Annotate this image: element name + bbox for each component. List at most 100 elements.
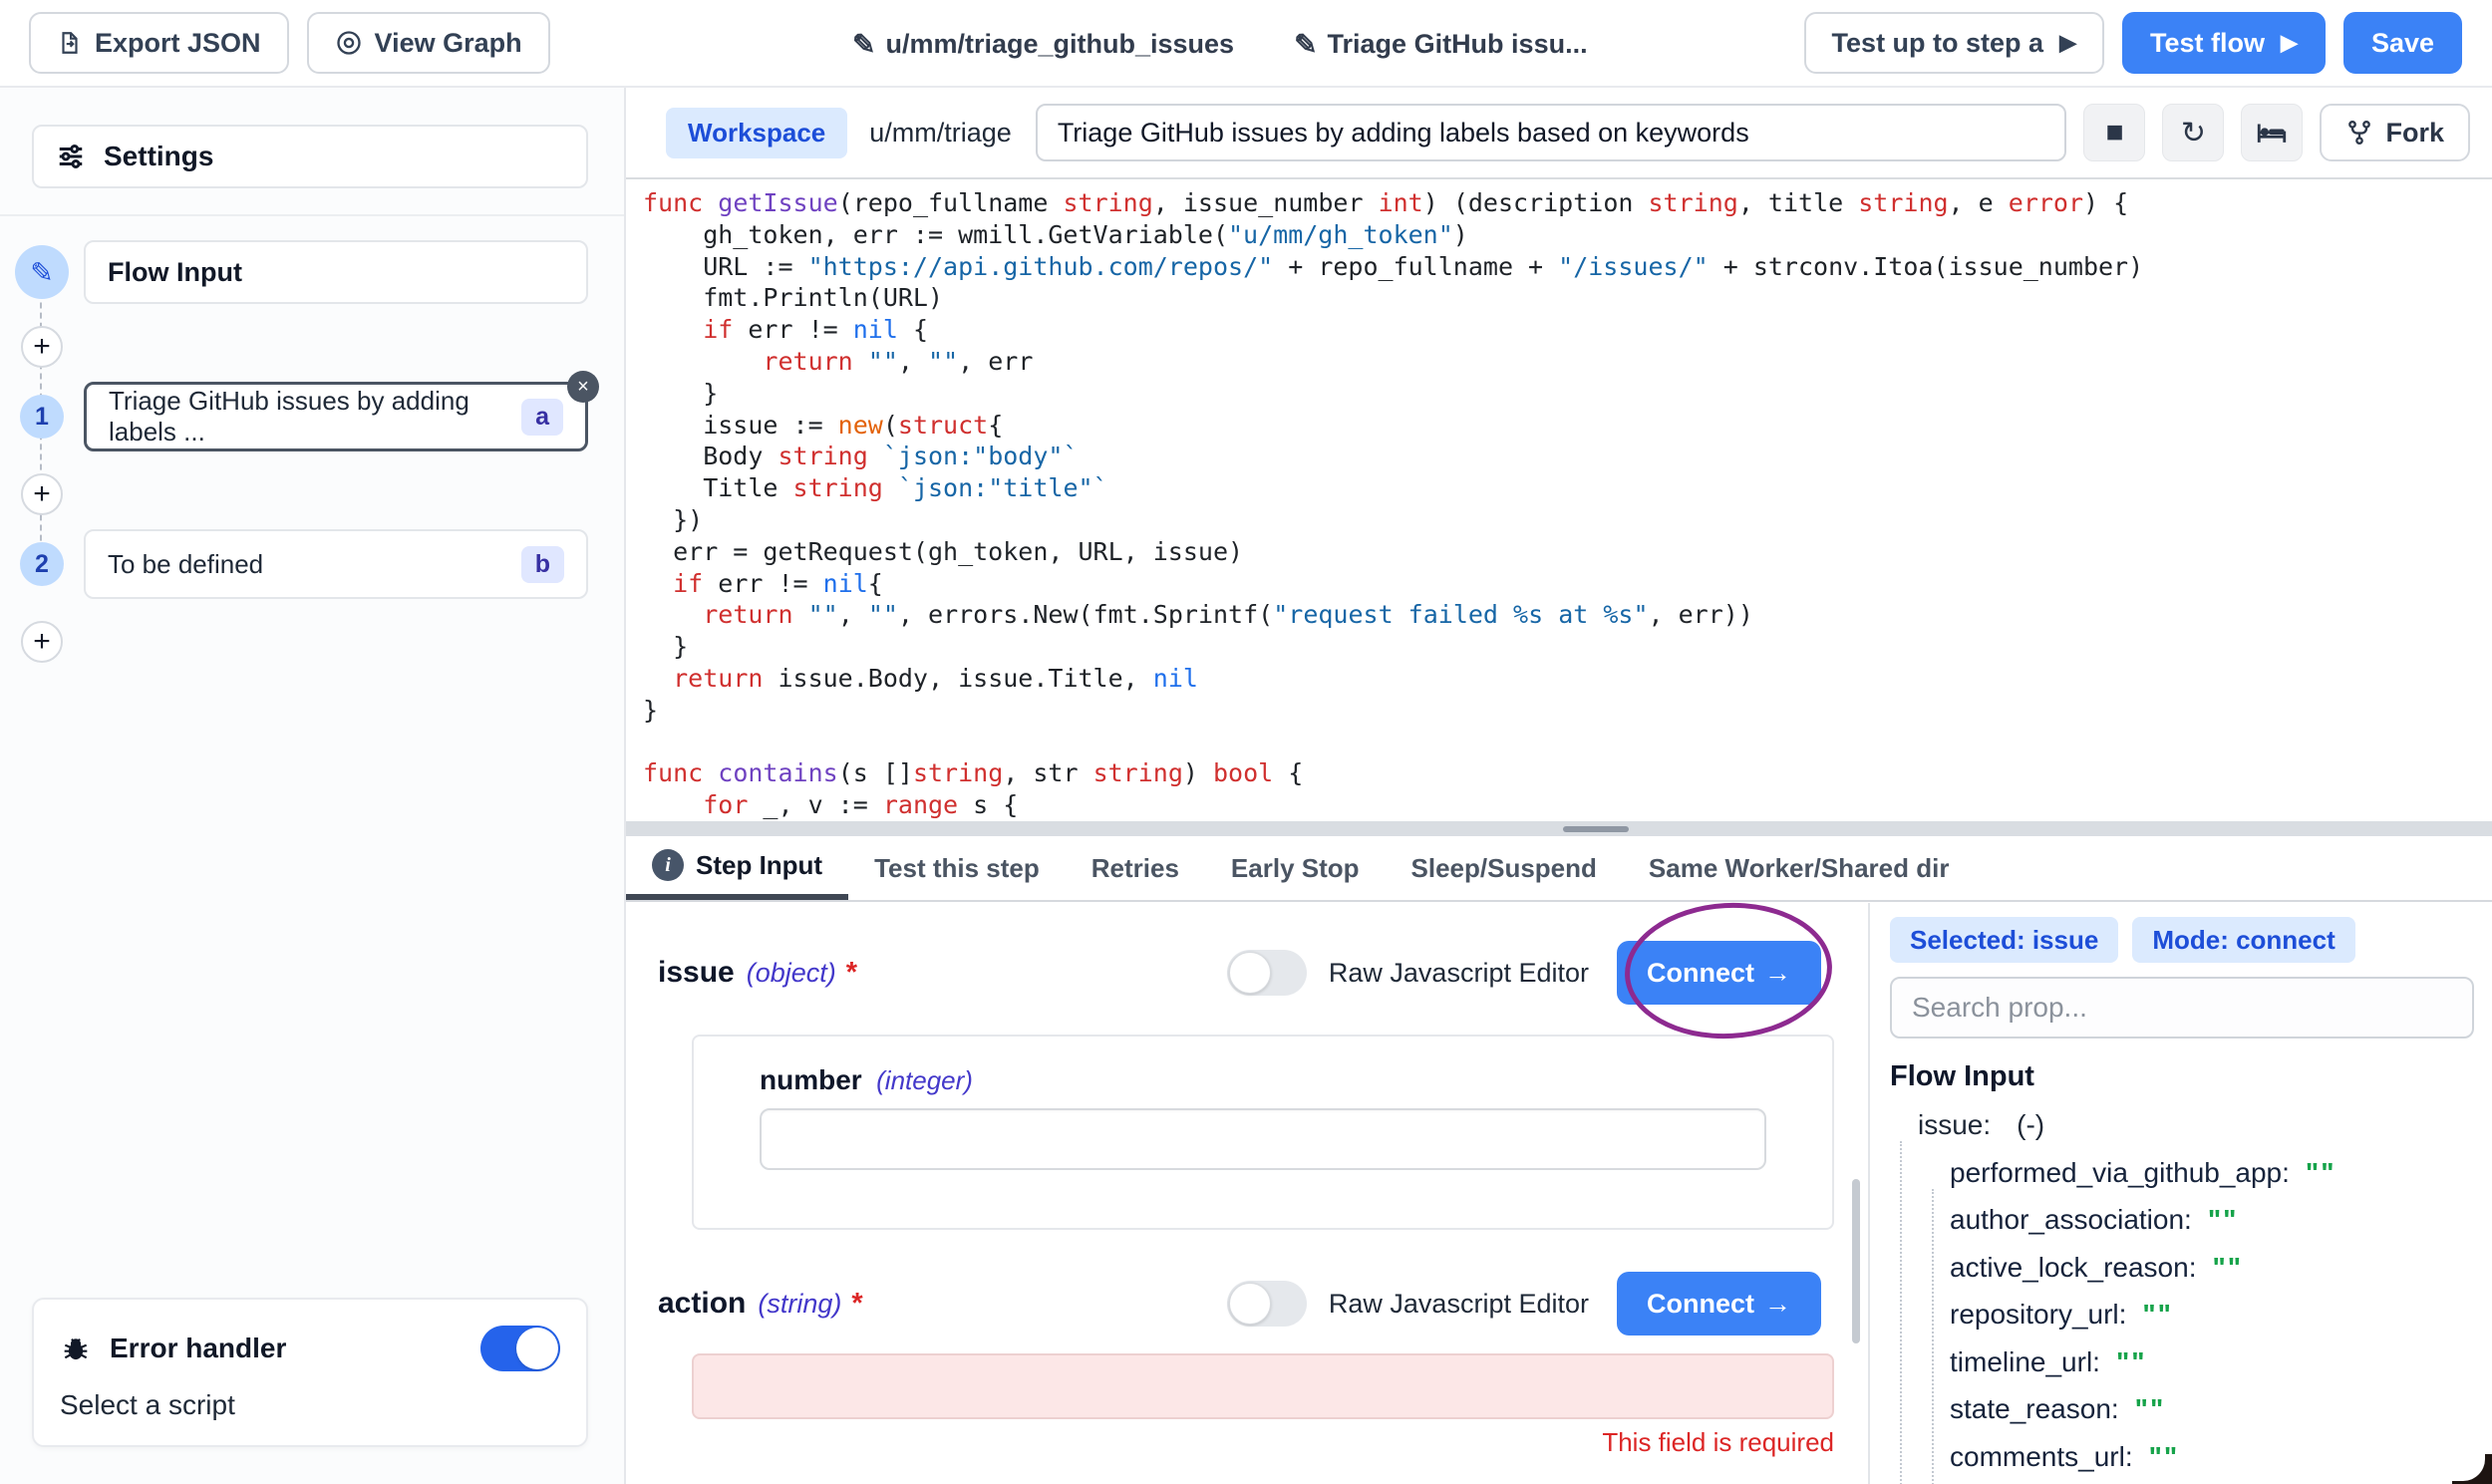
test-flow-button[interactable]: Test flow ▶ (2122, 12, 2326, 74)
tree-node-labels_url[interactable]: labels_url:"" (1890, 1481, 2474, 1484)
pencil-icon: ✎ (852, 28, 875, 61)
code-line[interactable]: } (643, 378, 2492, 410)
select-script-link[interactable]: Select a script (60, 1389, 560, 1421)
code-line[interactable]: Title string `json:"title"` (643, 472, 2492, 504)
raw-js-toggle[interactable] (1227, 950, 1307, 996)
connect-button-issue[interactable]: Connect → (1617, 941, 1821, 1005)
add-step-row: + (0, 473, 624, 515)
connect-button-action[interactable]: Connect → (1617, 1272, 1821, 1336)
workspace-badge: Workspace (666, 108, 847, 158)
tab-early-stop[interactable]: Early Stop (1205, 836, 1386, 900)
remove-step-button[interactable]: × (567, 371, 599, 403)
play-icon: ▶ (2281, 30, 2298, 56)
number-input[interactable] (760, 1108, 1766, 1170)
step-number-badge: 1 (20, 395, 64, 439)
tree-key: issue: (1918, 1109, 1991, 1141)
empty-string-value: "" (2116, 1346, 2147, 1378)
code-line[interactable]: return "", "", err (643, 346, 2492, 378)
view-graph-button[interactable]: View Graph (307, 12, 550, 74)
connect-label: Connect (1647, 1289, 1754, 1320)
step-input-form: issue (object) * Raw Javascript Editor C… (626, 903, 1868, 1484)
tree-node-state_reason[interactable]: state_reason:"" (1890, 1386, 2474, 1434)
raw-js-toggle[interactable] (1227, 1281, 1307, 1327)
settings-button[interactable]: Settings (32, 125, 588, 188)
step-tabs: iStep InputTest this step Retries Early St… (626, 836, 2492, 902)
code-line[interactable]: }) (643, 504, 2492, 536)
tree-key: timeline_url: (1950, 1346, 2100, 1378)
tab-label: Retries (1091, 853, 1179, 884)
breadcrumb-title[interactable]: ✎ Triage GitHub issu... (1294, 28, 1588, 61)
error-handler-toggle[interactable] (480, 1326, 560, 1371)
field-row-action: action (string) * Raw Javascript Editor … (658, 1272, 1868, 1336)
connect-label: Connect (1647, 958, 1754, 989)
search-prop-input[interactable] (1890, 977, 2474, 1039)
panel-resizer[interactable] (626, 821, 2492, 836)
code-line[interactable]: issue := new(struct{ (643, 410, 2492, 442)
tab-test-this-step[interactable]: Test this step (848, 836, 1066, 900)
code-line[interactable]: URL := "https://api.github.com/repos/" +… (643, 251, 2492, 283)
flow-input-card[interactable]: Flow Input (84, 240, 588, 304)
code-line[interactable]: func contains(s []string, str string) bo… (643, 757, 2492, 789)
field-type: (string) (758, 1289, 841, 1320)
tree-node-repository_url[interactable]: repository_url:"" (1890, 1292, 2474, 1339)
code-line[interactable]: } (643, 631, 2492, 663)
action-input-invalid[interactable] (692, 1353, 1834, 1419)
tree-node-author_association[interactable]: author_association:"" (1890, 1197, 2474, 1245)
tree-value: (-) (2017, 1109, 2044, 1141)
tree-node-active_lock_reason[interactable]: active_lock_reason:"" (1890, 1244, 2474, 1292)
toggle-knob (1229, 1283, 1271, 1325)
add-step-row: + (0, 326, 624, 368)
issue-object-box: number (integer) (692, 1035, 1834, 1230)
code-line[interactable]: Body string `json:"body"` (643, 441, 2492, 472)
tree-node-comments_url[interactable]: comments_url:"" (1890, 1433, 2474, 1481)
code-line[interactable]: func getIssue(repo_fullname string, issu… (643, 187, 2492, 219)
prop-tree: issue: (-) performed_via_github_app:""au… (1890, 1101, 2474, 1484)
code-line[interactable]: for _, v := range s { (643, 789, 2492, 821)
add-step-button[interactable]: + (21, 326, 63, 368)
tree-node-performed_via_github_app[interactable]: performed_via_github_app:"" (1890, 1149, 2474, 1197)
code-line[interactable]: return issue.Body, issue.Title, nil (643, 663, 2492, 695)
code-line[interactable]: if err != nil{ (643, 568, 2492, 600)
code-line[interactable]: gh_token, err := wmill.GetVariable("u/mm… (643, 219, 2492, 251)
step-card-a[interactable]: Triage GitHub issues by adding labels ..… (84, 382, 588, 451)
refresh-button[interactable]: ↻ (2162, 104, 2224, 161)
step-card-b[interactable]: To be defined b (84, 529, 588, 599)
sleep-button[interactable] (2241, 104, 2303, 161)
toggle-knob (1229, 952, 1271, 994)
breadcrumb-path[interactable]: ✎ u/mm/triage_github_issues (852, 28, 1234, 61)
tree-node-timeline_url[interactable]: timeline_url: "" (1890, 1338, 2474, 1386)
code-line[interactable]: } (643, 695, 2492, 727)
tab-same-worker-shared-dir[interactable]: Same Worker/Shared dir (1623, 836, 1976, 900)
error-handler-card: Error handler Select a script (32, 1298, 588, 1447)
add-step-button[interactable]: + (21, 621, 63, 663)
tree-node-issue[interactable]: issue: (-) (1890, 1101, 2474, 1149)
tab-step-input[interactable]: iStep Input (626, 836, 848, 900)
empty-string-value: "" (2149, 1441, 2180, 1473)
code-line[interactable]: err = getRequest(gh_token, URL, issue) (643, 536, 2492, 568)
code-editor[interactable]: func getIssue(repo_fullname string, issu… (626, 179, 2492, 821)
export-json-button[interactable]: Export JSON (29, 12, 289, 74)
view-graph-label: View Graph (375, 28, 522, 59)
info-icon: i (652, 849, 684, 881)
code-line[interactable]: if err != nil { (643, 314, 2492, 346)
flow-input-pencil-icon[interactable]: ✎ (15, 245, 69, 299)
save-button[interactable]: Save (2343, 12, 2462, 74)
tab-sleep-suspend[interactable]: Sleep/Suspend (1386, 836, 1623, 900)
tree-key: active_lock_reason: (1950, 1252, 2196, 1284)
fork-button[interactable]: Fork (2320, 104, 2470, 161)
tab-retries[interactable]: Retries (1066, 836, 1205, 900)
add-step-button[interactable]: + (21, 473, 63, 515)
code-line[interactable] (643, 727, 2492, 758)
save-label: Save (2371, 28, 2434, 59)
code-line[interactable]: return "", "", errors.New(fmt.Sprintf("r… (643, 599, 2492, 631)
stop-button[interactable]: ■ (2083, 104, 2145, 161)
required-star: * (851, 1288, 862, 1321)
summary-input[interactable] (1036, 104, 2067, 161)
field-type: (object) (747, 958, 836, 989)
arrow-right-icon: → (1764, 1289, 1791, 1320)
export-json-label: Export JSON (95, 28, 261, 59)
test-up-to-step-button[interactable]: Test up to step a ▶ (1804, 12, 2104, 74)
code-line[interactable]: fmt.Println(URL) (643, 282, 2492, 314)
form-scrollbar-thumb[interactable] (1852, 1179, 1860, 1343)
pencil-icon: ✎ (1294, 28, 1317, 61)
